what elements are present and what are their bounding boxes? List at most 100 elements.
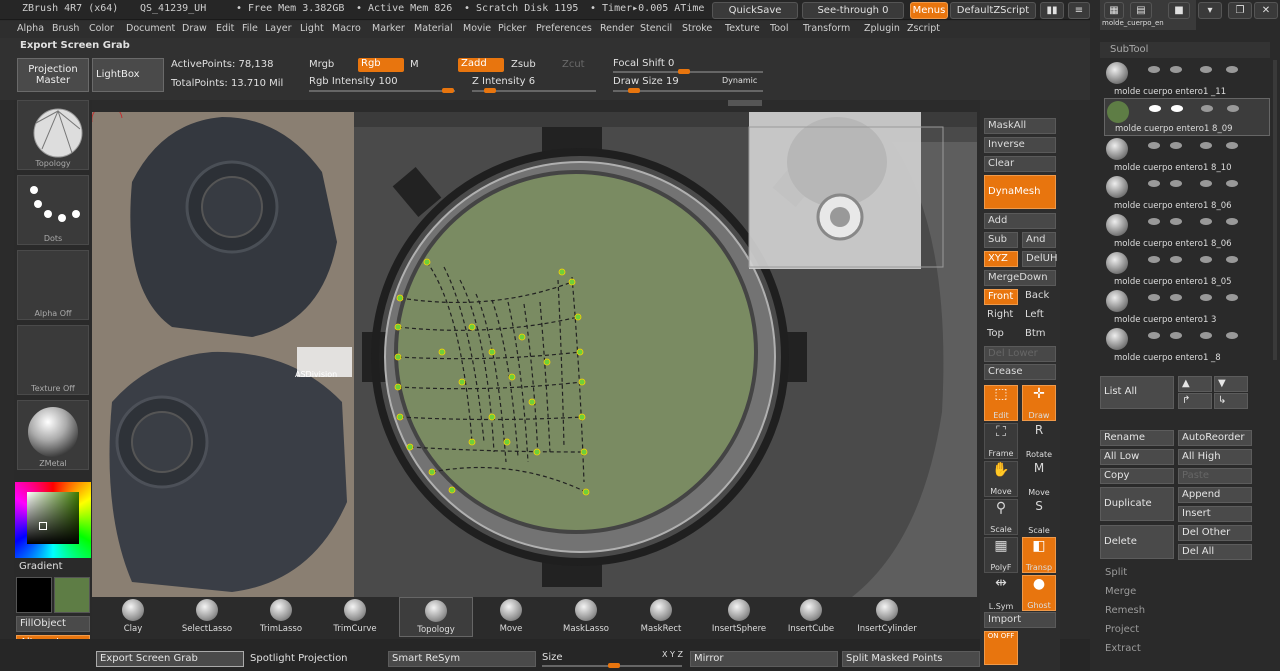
menu-texture[interactable]: Texture <box>725 23 760 34</box>
brush-clay[interactable]: Clay <box>96 597 170 637</box>
import-button[interactable]: Import <box>984 612 1056 628</box>
color-picker[interactable] <box>15 482 91 558</box>
autoreorder-button[interactable]: AutoReorder <box>1178 430 1252 446</box>
menu-alpha[interactable]: Alpha <box>17 23 44 34</box>
subtool-item[interactable]: molde cuerpo entero1 3 <box>1104 288 1270 326</box>
canvas-viewport[interactable]: ASDivision <box>92 112 977 597</box>
xyz-button[interactable]: XYZ <box>984 251 1018 267</box>
subtool-item[interactable]: molde cuerpo entero1 8_09 <box>1104 98 1270 136</box>
right-button[interactable]: Right <box>984 308 1018 324</box>
sub-button[interactable]: Sub <box>984 232 1018 248</box>
eye-icon[interactable] <box>1226 66 1238 73</box>
top-button[interactable]: Top <box>984 327 1018 343</box>
menu-file[interactable]: File <box>242 23 258 34</box>
transp-button[interactable]: ◧ Transp <box>1022 537 1056 573</box>
paste-button[interactable]: Paste <box>1178 468 1252 484</box>
rgb-intensity-knob[interactable] <box>442 88 454 93</box>
crease-button[interactable]: Crease <box>984 364 1056 380</box>
brush-icon[interactable] <box>1200 180 1212 187</box>
brush-icon[interactable] <box>1201 105 1213 112</box>
menu-stencil[interactable]: Stencil <box>640 23 672 34</box>
del-all-button[interactable]: Del All <box>1178 544 1252 560</box>
project-section[interactable]: Project <box>1105 624 1139 635</box>
move-down-icon[interactable]: ▼ <box>1214 376 1248 392</box>
frame-button[interactable]: ⛶ Frame <box>984 423 1018 459</box>
polypaint-icon[interactable] <box>1170 142 1182 149</box>
move-button[interactable]: ✋ Move <box>984 461 1018 497</box>
default-zscript-button[interactable]: DefaultZScript <box>950 2 1036 19</box>
material-thumbnail[interactable]: ZMetal <box>17 400 89 470</box>
rotate-button[interactable]: R Rotate <box>1022 423 1056 459</box>
left-button[interactable]: Left <box>1022 308 1056 324</box>
texture-thumbnail[interactable]: Texture Off <box>17 325 89 395</box>
brush-icon[interactable] <box>1200 142 1212 149</box>
del-other-button[interactable]: Del Other <box>1178 525 1252 541</box>
menu-zscript[interactable]: Zscript <box>907 23 940 34</box>
append-button[interactable]: Append <box>1178 487 1252 503</box>
brush-maskrect[interactable]: MaskRect <box>624 597 698 637</box>
brush-trimlasso[interactable]: TrimLasso <box>244 597 318 637</box>
brush-masklasso[interactable]: MaskLasso <box>549 597 623 637</box>
focal-shift-slider[interactable]: Focal Shift 0 <box>613 58 674 69</box>
mirror-button[interactable]: Mirror <box>690 651 838 667</box>
tool-icon-2[interactable]: ▤ <box>1130 2 1152 19</box>
lightbox-button[interactable]: LightBox <box>92 58 164 92</box>
brush-move[interactable]: Move <box>474 597 548 637</box>
export-screen-grab-button[interactable]: Export Screen Grab <box>96 651 244 667</box>
menu-edit[interactable]: Edit <box>216 23 234 34</box>
btm-button[interactable]: Btm <box>1022 327 1056 343</box>
brush-trimcurve[interactable]: TrimCurve <box>318 597 392 637</box>
add-button[interactable]: Add <box>984 213 1056 229</box>
eye-icon[interactable] <box>1227 105 1239 112</box>
layout-icon[interactable]: ▮▮ <box>1040 2 1064 19</box>
focal-shift-knob[interactable] <box>678 69 690 74</box>
menu-document[interactable]: Document <box>126 23 175 34</box>
all-high-button[interactable]: All High <box>1178 449 1252 465</box>
scale-button[interactable]: ⚲ Scale <box>984 499 1018 535</box>
subtool-item[interactable]: molde cuerpo entero1 8_06 <box>1104 174 1270 212</box>
quicksave-button[interactable]: QuickSave <box>712 2 798 19</box>
rename-button[interactable]: Rename <box>1100 430 1174 446</box>
duplicate-button[interactable]: Duplicate <box>1100 487 1174 521</box>
subtool-scrollbar[interactable] <box>1273 60 1277 360</box>
draw-size-knob[interactable] <box>628 88 640 93</box>
scale-s-button[interactable]: S Scale <box>1022 499 1056 535</box>
visibility-icon[interactable] <box>1148 218 1160 225</box>
split-masked-points-button[interactable]: Split Masked Points <box>842 651 980 667</box>
size-slider[interactable]: Size <box>542 652 563 663</box>
menus-button[interactable]: Menus <box>910 2 948 19</box>
menu-color[interactable]: Color <box>89 23 114 34</box>
stroke-thumbnail[interactable]: Dots <box>17 175 89 245</box>
remesh-section[interactable]: Remesh <box>1105 605 1145 616</box>
menu-stroke[interactable]: Stroke <box>682 23 712 34</box>
split-section[interactable]: Split <box>1105 567 1127 578</box>
menu-light[interactable]: Light <box>300 23 324 34</box>
close-icon[interactable]: ✕ <box>1254 2 1278 19</box>
clear-button[interactable]: Clear <box>984 156 1056 172</box>
brush-insertsphere[interactable]: InsertSphere <box>702 597 776 637</box>
fill-object-button[interactable]: FillObject <box>16 616 90 632</box>
brush-thumbnail[interactable]: Topology <box>17 100 89 170</box>
zcut-button[interactable]: Zcut <box>562 59 585 70</box>
visibility-icon[interactable] <box>1148 256 1160 263</box>
insert-button[interactable]: Insert <box>1178 506 1252 522</box>
draw-size-slider[interactable]: Draw Size 19 <box>613 76 679 87</box>
subtool-header[interactable]: SubTool <box>1100 42 1270 58</box>
delete-button[interactable]: Delete <box>1100 525 1174 559</box>
brush-icon[interactable] <box>1200 294 1212 301</box>
ghost-button[interactable]: ● Ghost <box>1022 575 1056 611</box>
brush-insertcube[interactable]: InsertCube <box>774 597 848 637</box>
restore-icon[interactable]: ❐ <box>1228 2 1252 19</box>
polypaint-icon[interactable] <box>1170 332 1182 339</box>
dynamic-toggle[interactable]: Dynamic <box>722 76 757 85</box>
menu-picker[interactable]: Picker <box>498 23 526 34</box>
extract-section[interactable]: Extract <box>1105 643 1141 654</box>
subtool-item[interactable]: molde cuerpo entero1 8_10 <box>1104 136 1270 174</box>
projection-master-button[interactable]: Projection Master <box>17 58 89 92</box>
size-knob[interactable] <box>608 663 620 668</box>
polypaint-icon[interactable] <box>1170 66 1182 73</box>
eye-icon[interactable] <box>1226 218 1238 225</box>
onoff-toggle[interactable]: ON OFF <box>984 631 1018 665</box>
menu-brush[interactable]: Brush <box>52 23 79 34</box>
inverse-button[interactable]: Inverse <box>984 137 1056 153</box>
